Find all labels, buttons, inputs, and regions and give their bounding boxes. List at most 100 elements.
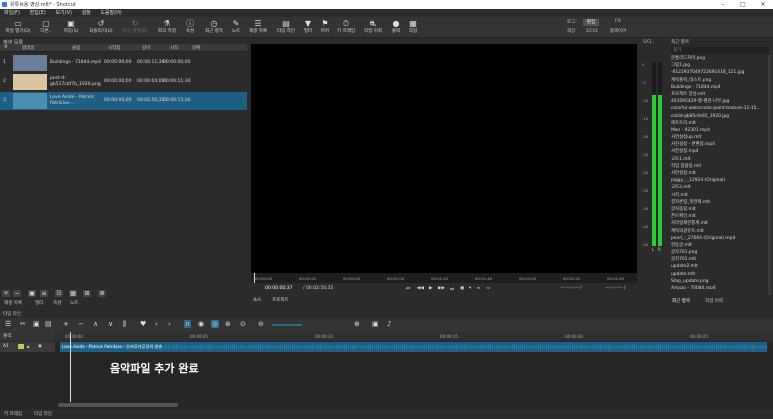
menu-help[interactable]: 도움말(H) xyxy=(100,9,121,17)
recent-item[interactable]: 글자701.mlt xyxy=(671,256,767,263)
menu-button[interactable]: ≡ xyxy=(40,290,48,297)
tab-playlist[interactable]: 재생 목록 xyxy=(4,300,22,306)
layout-audio[interactable]: 오디오 xyxy=(583,28,601,35)
add-button[interactable]: + xyxy=(2,290,10,297)
open-file-button[interactable]: ▭ 파일 열기(O) xyxy=(4,18,32,37)
recent-item[interactable]: 사진설정 - 변환됨.mp4 xyxy=(671,141,767,148)
peak-meter-button[interactable]: ⚗ 피크 측정 xyxy=(156,18,178,37)
jobs-button[interactable]: ▦ 작업 xyxy=(406,18,420,37)
timeline-playhead[interactable] xyxy=(70,332,71,402)
current-timecode[interactable]: 00:00:00;37 xyxy=(265,286,292,291)
tab-notes[interactable]: 노트 xyxy=(70,300,78,306)
play-button[interactable]: ▶ xyxy=(429,286,432,291)
recent-item[interactable]: Amazo - 70084.mp4 xyxy=(671,285,767,289)
playlist-button[interactable]: ☰ 재생 목록 xyxy=(246,18,270,37)
tab-recent[interactable]: 최근 항목 xyxy=(672,298,690,304)
recent-item[interactable]: 교토2.mlt xyxy=(671,184,767,191)
marker-add-icon[interactable]: ♥ xyxy=(140,320,146,328)
remove-button[interactable]: − xyxy=(13,290,21,297)
marker-button[interactable]: ⚑ 마커 xyxy=(318,18,332,37)
tab-jobs[interactable]: 작업 이력 xyxy=(705,298,723,304)
layout-editing[interactable]: 편집 xyxy=(583,19,599,26)
split-icon[interactable]: ⫼ xyxy=(123,320,126,329)
timeline-ruler[interactable]: 00:00:00 00:00:05 00:00:10 00:00:15 00:00:20… xyxy=(55,332,773,341)
tab-filters[interactable]: 필터 xyxy=(35,300,43,306)
lift-icon[interactable]: ∧ xyxy=(93,320,98,328)
tab-timeline[interactable]: 타임 라인 xyxy=(34,411,52,417)
recent-item[interactable]: colorful-watercolor-paint-texture-11-15.… xyxy=(671,105,767,112)
recent-item[interactable]: 애프트리.mlt xyxy=(671,120,767,127)
layout-logging[interactable]: 로그 xyxy=(563,19,579,26)
filter-button[interactable]: ▼ 필터 xyxy=(301,18,315,37)
grid-button[interactable]: ▾ xyxy=(469,286,471,291)
cut-icon[interactable]: ✂ xyxy=(20,320,26,328)
recent-item[interactable]: 사연설정.mp4 xyxy=(671,148,767,155)
zoom-out-icon[interactable]: ⊖ xyxy=(258,320,264,328)
next-marker-icon[interactable]: › xyxy=(168,320,171,328)
export-button[interactable]: ● 출력 xyxy=(389,18,403,37)
menu-edit[interactable]: 편집(E) xyxy=(30,9,46,17)
recent-item[interactable]: Man - 92301.mp4 xyxy=(671,127,767,134)
paste-icon[interactable]: ▤ xyxy=(45,320,52,328)
zoom-slider[interactable] xyxy=(272,324,302,326)
volume-icon[interactable]: ◂ xyxy=(477,286,479,291)
layout-player[interactable]: 플레이어 xyxy=(606,28,630,35)
recent-item[interactable]: 폰트확인.mlt xyxy=(671,213,767,220)
recent-item[interactable]: 캐릭플릭_대스트.png xyxy=(671,77,767,84)
recent-item[interactable]: update2.mlt xyxy=(671,263,767,270)
tab-source[interactable]: 소스 xyxy=(253,297,261,303)
update-button[interactable]: ▣ xyxy=(28,290,36,297)
recent-item[interactable]: 교토1.mlt xyxy=(671,156,767,163)
recent-item[interactable]: 현동글.mlt xyxy=(671,242,767,249)
recent-item[interactable]: 작업 험플링.mlt xyxy=(671,163,767,170)
record-audio-icon[interactable]: ♪ xyxy=(387,320,391,328)
recent-item[interactable]: colild-gb85cfe92_1920.jpg xyxy=(671,113,767,120)
toggle-zoom-button[interactable]: ▣ xyxy=(460,286,464,291)
fast-forward-button[interactable]: ▶▶ xyxy=(438,286,445,291)
recent-item[interactable]: Buildings - 71844.mp4 xyxy=(671,84,767,91)
detail-view-button[interactable]: ☷ xyxy=(55,290,63,297)
remove-icon[interactable]: − xyxy=(78,320,84,328)
playlist-row[interactable]: 3 Love Aside - Patrick Patrikios-... 00:… xyxy=(0,92,247,110)
recent-item[interactable]: 자막링제한통계.mlt xyxy=(671,220,767,227)
minimize-button[interactable]: – xyxy=(713,0,733,9)
skip-end-button[interactable]: ⏭ xyxy=(450,286,454,292)
recent-item[interactable]: Stop_update.png xyxy=(671,278,767,285)
recent-item[interactable]: 캐릭의광유트.mlt xyxy=(671,228,767,235)
recent-item[interactable]: pond_-_27664 (Original).mp4 xyxy=(671,235,767,242)
timeline-button[interactable]: ▤ 타임 라인 xyxy=(274,18,298,37)
menu-settings[interactable]: 설정 xyxy=(82,9,91,17)
recent-item[interactable]: 결자론링_폭연제.mlt xyxy=(671,199,767,206)
rewind-button[interactable]: ◀◀ xyxy=(417,286,424,291)
hide-icon[interactable]: ◉ xyxy=(38,344,42,349)
recent-item[interactable]: 시작.mlt xyxy=(671,192,767,199)
mute-icon[interactable] xyxy=(18,344,24,349)
tab-properties[interactable]: 속성 xyxy=(53,300,61,306)
recent-item[interactable]: 분홍리드차이.png xyxy=(671,55,767,62)
lock-icon[interactable]: 🔒︎ xyxy=(27,344,29,350)
close-button[interactable]: ✕ xyxy=(753,0,773,9)
zoom-fit-icon[interactable]: ▣ xyxy=(372,320,379,328)
recent-search-input[interactable]: 찾기 xyxy=(671,47,769,54)
recent-item[interactable]: 프로젝트 양성.mlt xyxy=(671,91,767,98)
skip-start-button[interactable]: ⏮ xyxy=(406,286,410,292)
recent-item[interactable]: 그림1.jpg xyxy=(671,62,767,69)
properties-button[interactable]: ⓘ 속성 xyxy=(182,18,198,37)
copy-icon[interactable]: ▣ xyxy=(33,320,40,328)
scrub-icon[interactable]: ◉ xyxy=(198,320,204,328)
recent-item[interactable]: 글자동링.mlt xyxy=(671,206,767,213)
ripple-all-icon[interactable]: ⊛ xyxy=(225,320,231,328)
jobs-history-button[interactable]: ⛐ 작업 이력 xyxy=(361,18,385,37)
ripple-icon[interactable]: ◎ xyxy=(211,320,220,328)
recent-item[interactable]: -6122937049722691418_121.jpg xyxy=(671,69,767,76)
menu-view[interactable]: 보기(V) xyxy=(55,9,72,17)
prev-marker-icon[interactable]: ‹ xyxy=(155,320,158,328)
more-button[interactable]: ≣ xyxy=(98,290,106,297)
recent-item[interactable]: 401095429-펭-펭귄-나무.jpg xyxy=(671,98,767,105)
recent-button[interactable]: ◷ 최근 항목 xyxy=(202,18,226,37)
undo-button[interactable]: ↺ 되돌리기(U) xyxy=(86,18,116,37)
recent-item[interactable]: piggy_-_12924 (Original) xyxy=(671,177,767,184)
menu-file[interactable]: 파일(F) xyxy=(4,9,20,17)
ripple-markers-icon[interactable]: ⊙ xyxy=(240,320,246,328)
video-viewer[interactable] xyxy=(251,44,637,273)
